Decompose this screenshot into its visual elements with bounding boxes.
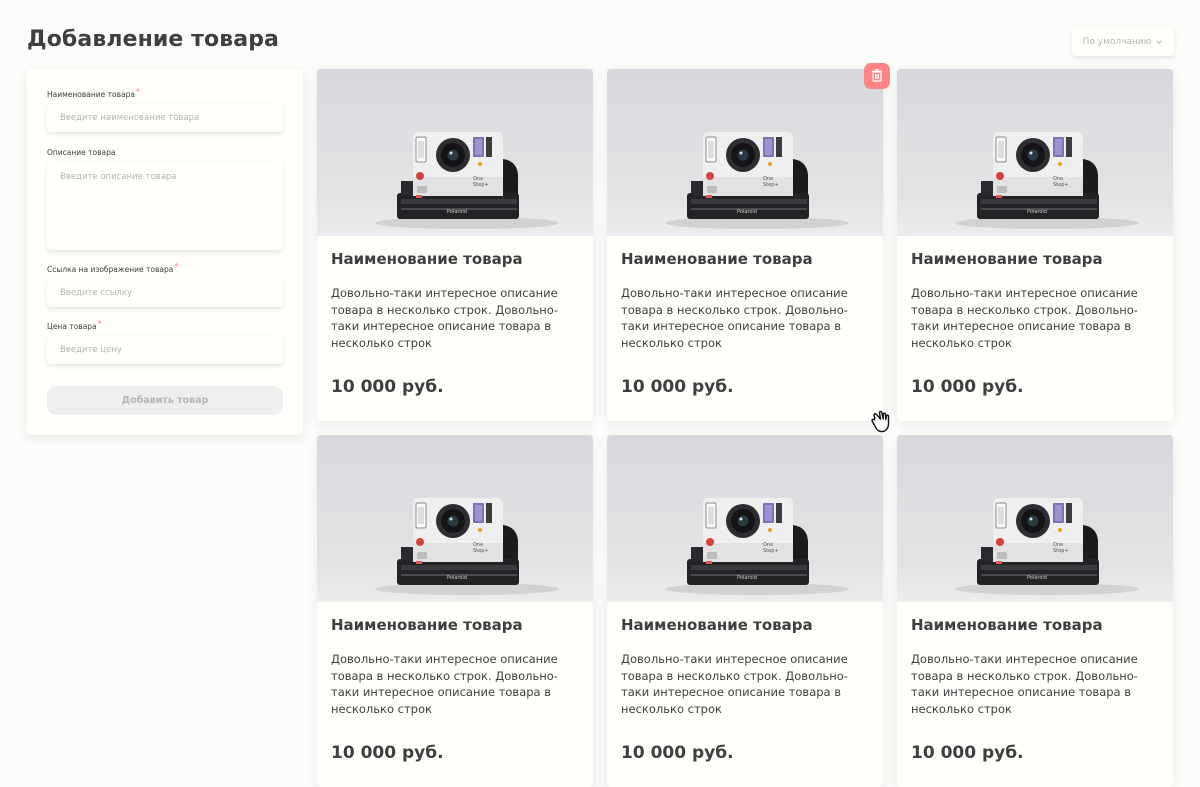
svg-text:Polaroid: Polaroid (447, 209, 467, 215)
product-title: Наименование товара (621, 250, 813, 268)
add-product-form: Наименование товара* Описание товара Ссы… (27, 69, 303, 435)
product-card[interactable]: One Step+ Polaroid Наименование товара До… (897, 69, 1173, 421)
sort-select-value: По умолчанию (1082, 36, 1152, 47)
product-price: 10 000 руб. (621, 743, 734, 763)
image-link-input[interactable] (47, 279, 283, 307)
price-field-label: Цена товара* (47, 319, 102, 331)
product-description: Довольно-таки интересное описание товара… (621, 286, 848, 350)
product-title: Наименование товара (331, 616, 523, 634)
product-title: Наименование товара (331, 250, 523, 268)
svg-text:Polaroid: Polaroid (447, 575, 467, 581)
name-input[interactable] (47, 104, 283, 132)
add-product-button[interactable]: Добавить товар (47, 386, 283, 415)
required-mark: * (97, 319, 102, 328)
product-description: Довольно-таки интересное описание товара… (331, 286, 558, 350)
product-card[interactable]: One Step+ Polaroid Наименование товара До… (897, 435, 1173, 787)
product-price: 10 000 руб. (911, 743, 1024, 763)
svg-text:Step+: Step+ (763, 548, 779, 554)
product-title: Наименование товара (621, 616, 813, 634)
product-card[interactable]: One Step+ Polaroid Наименование товара До… (317, 435, 593, 787)
page-title: Добавление товара (27, 27, 279, 52)
image-link-field-label: Ссылка на изображение товара* (47, 262, 179, 274)
product-price: 10 000 руб. (331, 377, 444, 397)
product-description: Довольно-таки интересное описание товара… (911, 652, 1138, 716)
product-description: Довольно-таки интересное описание товара… (911, 286, 1138, 350)
name-field-label: Наименование товара* (47, 87, 140, 99)
svg-text:Polaroid: Polaroid (737, 209, 757, 215)
required-mark: * (174, 262, 179, 271)
price-input[interactable] (47, 336, 283, 364)
product-title: Наименование товара (911, 616, 1103, 634)
chevron-down-icon (1155, 38, 1163, 46)
svg-text:Polaroid: Polaroid (1027, 575, 1047, 581)
svg-text:Step+: Step+ (1053, 182, 1069, 188)
required-mark: * (136, 87, 140, 96)
product-card[interactable]: One Step+ Polaroid Наименование товара До… (607, 435, 883, 787)
description-input[interactable] (47, 162, 283, 250)
delete-button[interactable] (864, 63, 890, 89)
product-image: One Step+ Polaroid (607, 435, 883, 602)
svg-text:Polaroid: Polaroid (737, 575, 757, 581)
product-price: 10 000 руб. (911, 377, 1024, 397)
product-card[interactable]: One Step+ Polaroid Наименование товара До… (607, 69, 883, 421)
product-image: One Step+ Polaroid (897, 69, 1173, 236)
product-image: One Step+ Polaroid (607, 69, 883, 236)
product-image: One Step+ Polaroid (897, 435, 1173, 602)
trash-icon (870, 67, 884, 86)
product-image: One Step+ Polaroid (317, 69, 593, 236)
product-title: Наименование товара (911, 250, 1103, 268)
product-description: Довольно-таки интересное описание товара… (621, 652, 848, 716)
product-price: 10 000 руб. (331, 743, 444, 763)
svg-text:Step+: Step+ (1053, 548, 1069, 554)
svg-text:Polaroid: Polaroid (1027, 209, 1047, 215)
product-image: One Step+ Polaroid (317, 435, 593, 602)
product-card[interactable]: One Step+ Polaroid Наименование товара До… (317, 69, 593, 421)
svg-text:Step+: Step+ (473, 182, 489, 188)
product-price: 10 000 руб. (621, 377, 734, 397)
sort-select[interactable]: По умолчанию (1072, 27, 1174, 56)
svg-text:Step+: Step+ (473, 548, 489, 554)
svg-text:Step+: Step+ (763, 182, 779, 188)
description-field-label: Описание товара (47, 148, 116, 157)
product-description: Довольно-таки интересное описание товара… (331, 652, 558, 716)
